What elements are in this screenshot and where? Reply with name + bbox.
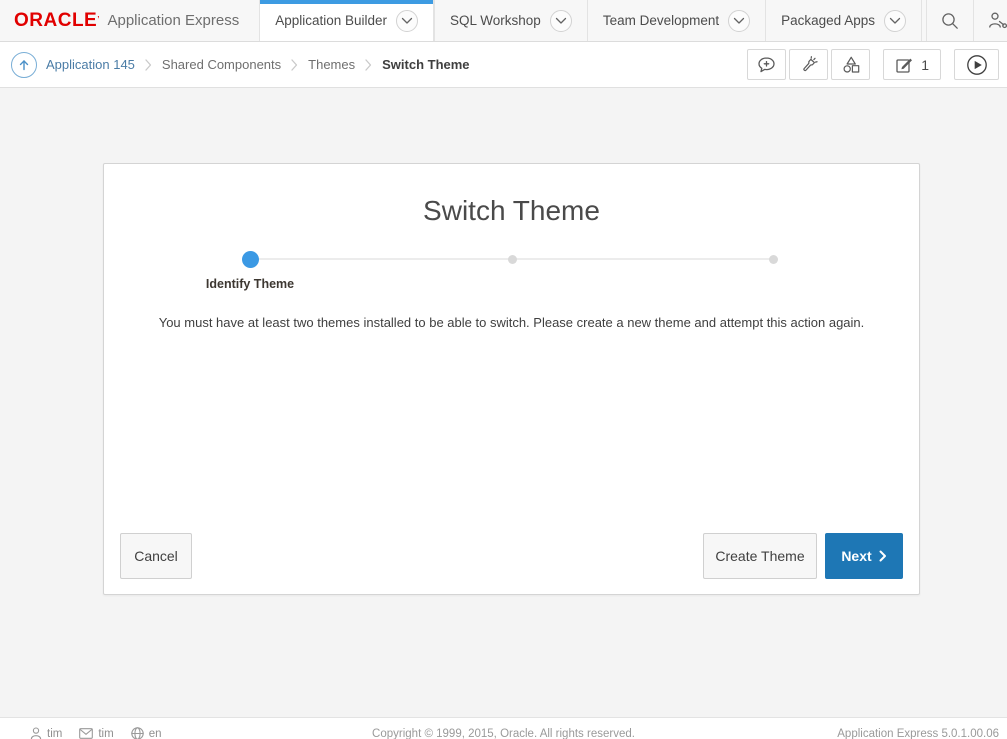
wizard-step-pending-dot [769, 255, 778, 264]
chevron-down-icon [401, 17, 413, 25]
breadcrumb-themes[interactable]: Themes [308, 57, 355, 72]
shapes-icon [841, 55, 861, 74]
spotlight-button[interactable] [789, 49, 828, 80]
page-toolbar: 1 [744, 49, 999, 80]
up-level-button[interactable] [11, 52, 37, 78]
tab-application-builder[interactable]: Application Builder [259, 0, 434, 41]
comment-plus-icon [757, 56, 776, 74]
wizard-step-label: Identify Theme [206, 277, 294, 291]
breadcrumb-shared-components[interactable]: Shared Components [162, 57, 281, 72]
edit-page-button[interactable]: 1 [883, 49, 941, 80]
tab-dropdown-icon[interactable] [728, 10, 750, 32]
switch-theme-wizard-card: Switch Theme Identify Theme You must hav… [103, 163, 920, 595]
edit-page-icon [895, 56, 914, 74]
oracle-brand-text: ORACLE [14, 10, 97, 32]
run-application-button[interactable] [954, 49, 999, 80]
breadcrumb-separator-icon [291, 59, 298, 71]
tab-packaged-apps[interactable]: Packaged Apps [765, 0, 921, 41]
next-button[interactable]: Next [825, 533, 903, 579]
product-name-text: Application Express [107, 12, 239, 29]
next-button-label: Next [841, 548, 871, 564]
edit-page-number: 1 [921, 57, 929, 73]
chevron-down-icon [889, 17, 901, 25]
oracle-brand-mark: ’ [97, 15, 99, 26]
chevron-right-icon [879, 550, 887, 562]
tab-label: SQL Workshop [450, 13, 541, 28]
add-comment-button[interactable] [747, 49, 786, 80]
breadcrumb-separator-icon [365, 59, 372, 71]
wizard-step-pending-dot [508, 255, 517, 264]
tab-sql-workshop[interactable]: SQL Workshop [434, 0, 587, 41]
shared-components-button[interactable] [831, 49, 870, 80]
cancel-button[interactable]: Cancel [120, 533, 192, 579]
topbar-utility-icons: ? [921, 0, 1007, 41]
tab-label: Packaged Apps [781, 13, 875, 28]
administration-menu-button[interactable] [973, 0, 1007, 41]
chevron-down-icon [555, 17, 567, 25]
flashlight-icon [799, 55, 819, 75]
breadcrumb: Application 145 Shared Components Themes… [46, 57, 470, 72]
breadcrumb-separator-icon [145, 59, 152, 71]
wizard-step-current-dot [242, 251, 259, 268]
tab-dropdown-icon[interactable] [550, 10, 572, 32]
tab-label: Team Development [603, 13, 719, 28]
page-title: Switch Theme [104, 195, 919, 227]
top-navigation-bar: ORACLE ’ Application Express Application… [0, 0, 1007, 42]
run-play-icon [966, 54, 988, 76]
breadcrumb-application[interactable]: Application 145 [46, 57, 135, 72]
admin-user-wrench-icon [987, 11, 1007, 30]
search-button[interactable] [926, 0, 973, 41]
create-theme-button[interactable]: Create Theme [703, 533, 817, 579]
tab-dropdown-icon[interactable] [396, 10, 418, 32]
page-footer: tim tim en Copyright © 1999, 2015, Oracl… [0, 717, 1007, 739]
chevron-down-icon [733, 17, 745, 25]
tab-label: Application Builder [275, 13, 387, 28]
search-icon [940, 11, 960, 31]
arrow-up-icon [17, 58, 31, 72]
tab-team-development[interactable]: Team Development [587, 0, 765, 41]
tab-dropdown-icon[interactable] [884, 10, 906, 32]
wizard-message: You must have at least two themes instal… [104, 315, 919, 330]
breadcrumb-current-page: Switch Theme [382, 57, 469, 72]
oracle-apex-logo[interactable]: ORACLE ’ Application Express [0, 0, 259, 41]
main-content-region: Switch Theme Identify Theme You must hav… [0, 88, 1007, 717]
breadcrumb-bar: Application 145 Shared Components Themes… [0, 42, 1007, 88]
footer-version: Application Express 5.0.1.00.06 [837, 728, 999, 739]
